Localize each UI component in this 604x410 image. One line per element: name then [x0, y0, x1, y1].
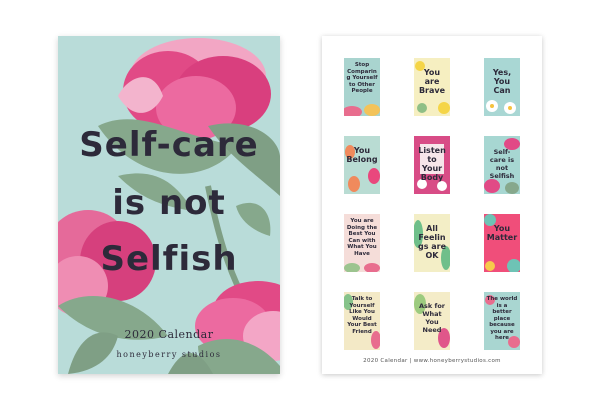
month-thumbnail: You Matter	[484, 214, 520, 272]
month-thumbnail: The world is a better place because you …	[484, 292, 520, 350]
month-quote: You Belong	[346, 146, 378, 164]
month-thumbnail: You are Brave	[414, 58, 450, 116]
month-thumbnail: All Feelings are OK	[414, 214, 450, 272]
month-thumbnail: Stop Comparing Yourself to Other People	[344, 58, 380, 116]
cover-title-line1: Self-care	[79, 125, 259, 165]
month-quote: You are Brave	[418, 68, 446, 95]
month-quote: Stop Comparing Yourself to Other People	[346, 62, 378, 94]
cover-title-line2: is not	[112, 183, 226, 223]
cover-brand: honeyberry studios	[116, 350, 222, 359]
month-quote: You are Doing the Best You Can with What…	[346, 218, 378, 257]
month-thumbnail: You are Doing the Best You Can with What…	[344, 214, 380, 272]
month-quote: Ask for What You Need	[419, 302, 445, 334]
thumbnail-flowers	[484, 214, 520, 272]
month-thumbnail: You Belong	[344, 136, 380, 194]
month-thumbnail: Yes, You Can	[484, 58, 520, 116]
calendar-back-sheet: Stop Comparing Yourself to Other People …	[322, 36, 542, 374]
month-thumbnail: Talk to Yourself Like You Would Your Bes…	[344, 292, 380, 350]
month-quote: The world is a better place because you …	[486, 296, 518, 341]
cover-year-label: 2020 Calendar	[124, 328, 214, 341]
month-quote: All Feelings are OK	[417, 224, 447, 260]
month-quote: Talk to Yourself Like You Would Your Bes…	[347, 296, 377, 335]
month-quote: You Matter	[486, 224, 518, 242]
month-thumbnail: Ask for What You Need	[414, 292, 450, 350]
cover-title-line3: Selfish	[100, 239, 238, 279]
month-quote: Self-care is not Selfish	[489, 148, 515, 180]
month-quote: Yes, You Can	[492, 68, 512, 95]
month-thumbnail: Self-care is not Selfish	[484, 136, 520, 194]
back-footer: 2020 Calendar | www.honeyberrystudios.co…	[363, 358, 501, 364]
month-quote: Listen to Your Body	[418, 146, 446, 182]
thumbnail-flowers	[345, 145, 380, 192]
product-mockup: Self-care is not Selfish 2020 Calendar h…	[0, 0, 604, 410]
calendar-front-cover: Self-care is not Selfish 2020 Calendar h…	[58, 36, 280, 374]
month-thumbnail: Listen to Your Body	[414, 136, 450, 194]
